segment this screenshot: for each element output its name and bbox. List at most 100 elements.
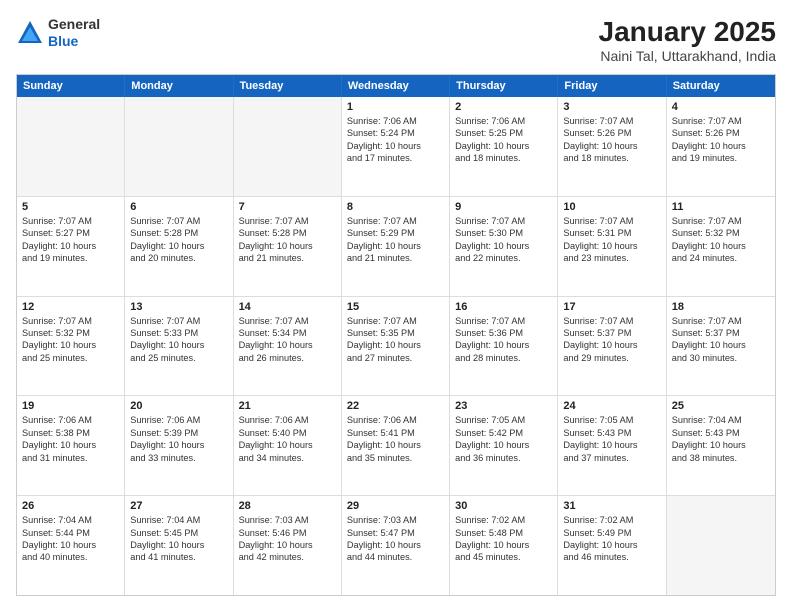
cell-info-line: and 21 minutes.: [347, 252, 444, 264]
cell-info-line: Daylight: 10 hours: [347, 539, 444, 551]
calendar-cell: 29Sunrise: 7:03 AMSunset: 5:47 PMDayligh…: [342, 496, 450, 595]
cell-info-line: Sunset: 5:45 PM: [130, 527, 227, 539]
cell-info-line: Sunrise: 7:07 AM: [563, 215, 660, 227]
cell-info-line: Daylight: 10 hours: [130, 339, 227, 351]
day-number: 14: [239, 301, 336, 313]
cell-info-line: and 42 minutes.: [239, 551, 336, 563]
day-number: 13: [130, 301, 227, 313]
calendar-cell: 25Sunrise: 7:04 AMSunset: 5:43 PMDayligh…: [667, 396, 775, 495]
cell-info-line: Sunrise: 7:07 AM: [130, 215, 227, 227]
cell-info-line: and 36 minutes.: [455, 452, 552, 464]
cell-info-line: Sunrise: 7:04 AM: [130, 514, 227, 526]
calendar-cell: 22Sunrise: 7:06 AMSunset: 5:41 PMDayligh…: [342, 396, 450, 495]
calendar-cell: 7Sunrise: 7:07 AMSunset: 5:28 PMDaylight…: [234, 197, 342, 296]
cell-info-line: and 33 minutes.: [130, 452, 227, 464]
day-number: 24: [563, 400, 660, 412]
cell-info-line: Daylight: 10 hours: [672, 339, 770, 351]
cell-info-line: Daylight: 10 hours: [455, 539, 552, 551]
day-number: 22: [347, 400, 444, 412]
calendar-cell: 11Sunrise: 7:07 AMSunset: 5:32 PMDayligh…: [667, 197, 775, 296]
cell-info-line: and 22 minutes.: [455, 252, 552, 264]
cell-info-line: Daylight: 10 hours: [563, 539, 660, 551]
cell-info-line: Sunrise: 7:04 AM: [672, 414, 770, 426]
calendar-cell: 1Sunrise: 7:06 AMSunset: 5:24 PMDaylight…: [342, 97, 450, 196]
calendar-body: 1Sunrise: 7:06 AMSunset: 5:24 PMDaylight…: [17, 97, 775, 595]
cell-info-line: Daylight: 10 hours: [22, 539, 119, 551]
day-number: 17: [563, 301, 660, 313]
cell-info-line: Daylight: 10 hours: [455, 339, 552, 351]
calendar-header-cell: Tuesday: [234, 75, 342, 97]
cell-info-line: Sunrise: 7:04 AM: [22, 514, 119, 526]
page-subtitle: Naini Tal, Uttarakhand, India: [599, 48, 776, 64]
calendar-cell: 10Sunrise: 7:07 AMSunset: 5:31 PMDayligh…: [558, 197, 666, 296]
day-number: 2: [455, 101, 552, 113]
logo-general-text: General: [48, 16, 100, 33]
day-number: 31: [563, 500, 660, 512]
cell-info-line: Sunrise: 7:07 AM: [672, 215, 770, 227]
cell-info-line: Daylight: 10 hours: [130, 439, 227, 451]
cell-info-line: and 28 minutes.: [455, 352, 552, 364]
cell-info-line: and 17 minutes.: [347, 152, 444, 164]
cell-info-line: Sunrise: 7:07 AM: [22, 215, 119, 227]
calendar-header-cell: Sunday: [17, 75, 125, 97]
cell-info-line: and 34 minutes.: [239, 452, 336, 464]
cell-info-line: Daylight: 10 hours: [22, 240, 119, 252]
cell-info-line: Sunset: 5:49 PM: [563, 527, 660, 539]
day-number: 28: [239, 500, 336, 512]
day-number: 25: [672, 400, 770, 412]
day-number: 15: [347, 301, 444, 313]
cell-info-line: Sunrise: 7:06 AM: [22, 414, 119, 426]
cell-info-line: Sunset: 5:25 PM: [455, 127, 552, 139]
cell-info-line: and 29 minutes.: [563, 352, 660, 364]
cell-info-line: Sunrise: 7:07 AM: [672, 315, 770, 327]
calendar-cell: 8Sunrise: 7:07 AMSunset: 5:29 PMDaylight…: [342, 197, 450, 296]
cell-info-line: and 18 minutes.: [455, 152, 552, 164]
calendar-row: 12Sunrise: 7:07 AMSunset: 5:32 PMDayligh…: [17, 297, 775, 397]
calendar-cell: 2Sunrise: 7:06 AMSunset: 5:25 PMDaylight…: [450, 97, 558, 196]
cell-info-line: Sunrise: 7:07 AM: [455, 215, 552, 227]
day-number: 10: [563, 201, 660, 213]
cell-info-line: Daylight: 10 hours: [239, 539, 336, 551]
calendar-cell: 28Sunrise: 7:03 AMSunset: 5:46 PMDayligh…: [234, 496, 342, 595]
cell-info-line: Daylight: 10 hours: [22, 339, 119, 351]
logo-blue-text: Blue: [48, 33, 100, 50]
cell-info-line: Sunrise: 7:06 AM: [130, 414, 227, 426]
calendar-cell: 5Sunrise: 7:07 AMSunset: 5:27 PMDaylight…: [17, 197, 125, 296]
calendar-cell: 13Sunrise: 7:07 AMSunset: 5:33 PMDayligh…: [125, 297, 233, 396]
cell-info-line: Sunset: 5:32 PM: [672, 227, 770, 239]
cell-info-line: and 41 minutes.: [130, 551, 227, 563]
cell-info-line: Daylight: 10 hours: [563, 240, 660, 252]
cell-info-line: Sunrise: 7:05 AM: [455, 414, 552, 426]
cell-info-line: Daylight: 10 hours: [563, 439, 660, 451]
day-number: 27: [130, 500, 227, 512]
calendar-cell: [17, 97, 125, 196]
cell-info-line: Sunset: 5:37 PM: [563, 327, 660, 339]
cell-info-line: Sunset: 5:33 PM: [130, 327, 227, 339]
page-title: January 2025: [599, 16, 776, 48]
calendar-cell: [234, 97, 342, 196]
day-number: 11: [672, 201, 770, 213]
calendar-cell: 21Sunrise: 7:06 AMSunset: 5:40 PMDayligh…: [234, 396, 342, 495]
cell-info-line: Sunrise: 7:06 AM: [347, 115, 444, 127]
day-number: 1: [347, 101, 444, 113]
day-number: 20: [130, 400, 227, 412]
calendar-cell: 9Sunrise: 7:07 AMSunset: 5:30 PMDaylight…: [450, 197, 558, 296]
cell-info-line: and 40 minutes.: [22, 551, 119, 563]
cell-info-line: Sunset: 5:46 PM: [239, 527, 336, 539]
cell-info-line: Sunset: 5:47 PM: [347, 527, 444, 539]
cell-info-line: Daylight: 10 hours: [347, 339, 444, 351]
day-number: 23: [455, 400, 552, 412]
day-number: 30: [455, 500, 552, 512]
cell-info-line: and 30 minutes.: [672, 352, 770, 364]
cell-info-line: Sunrise: 7:07 AM: [672, 115, 770, 127]
cell-info-line: Sunrise: 7:07 AM: [455, 315, 552, 327]
cell-info-line: Sunset: 5:35 PM: [347, 327, 444, 339]
cell-info-line: Sunset: 5:29 PM: [347, 227, 444, 239]
cell-info-line: Sunset: 5:24 PM: [347, 127, 444, 139]
title-block: January 2025 Naini Tal, Uttarakhand, Ind…: [599, 16, 776, 64]
day-number: 4: [672, 101, 770, 113]
cell-info-line: Sunset: 5:26 PM: [672, 127, 770, 139]
cell-info-line: Daylight: 10 hours: [347, 439, 444, 451]
calendar-header-cell: Wednesday: [342, 75, 450, 97]
calendar-header: SundayMondayTuesdayWednesdayThursdayFrid…: [17, 75, 775, 97]
